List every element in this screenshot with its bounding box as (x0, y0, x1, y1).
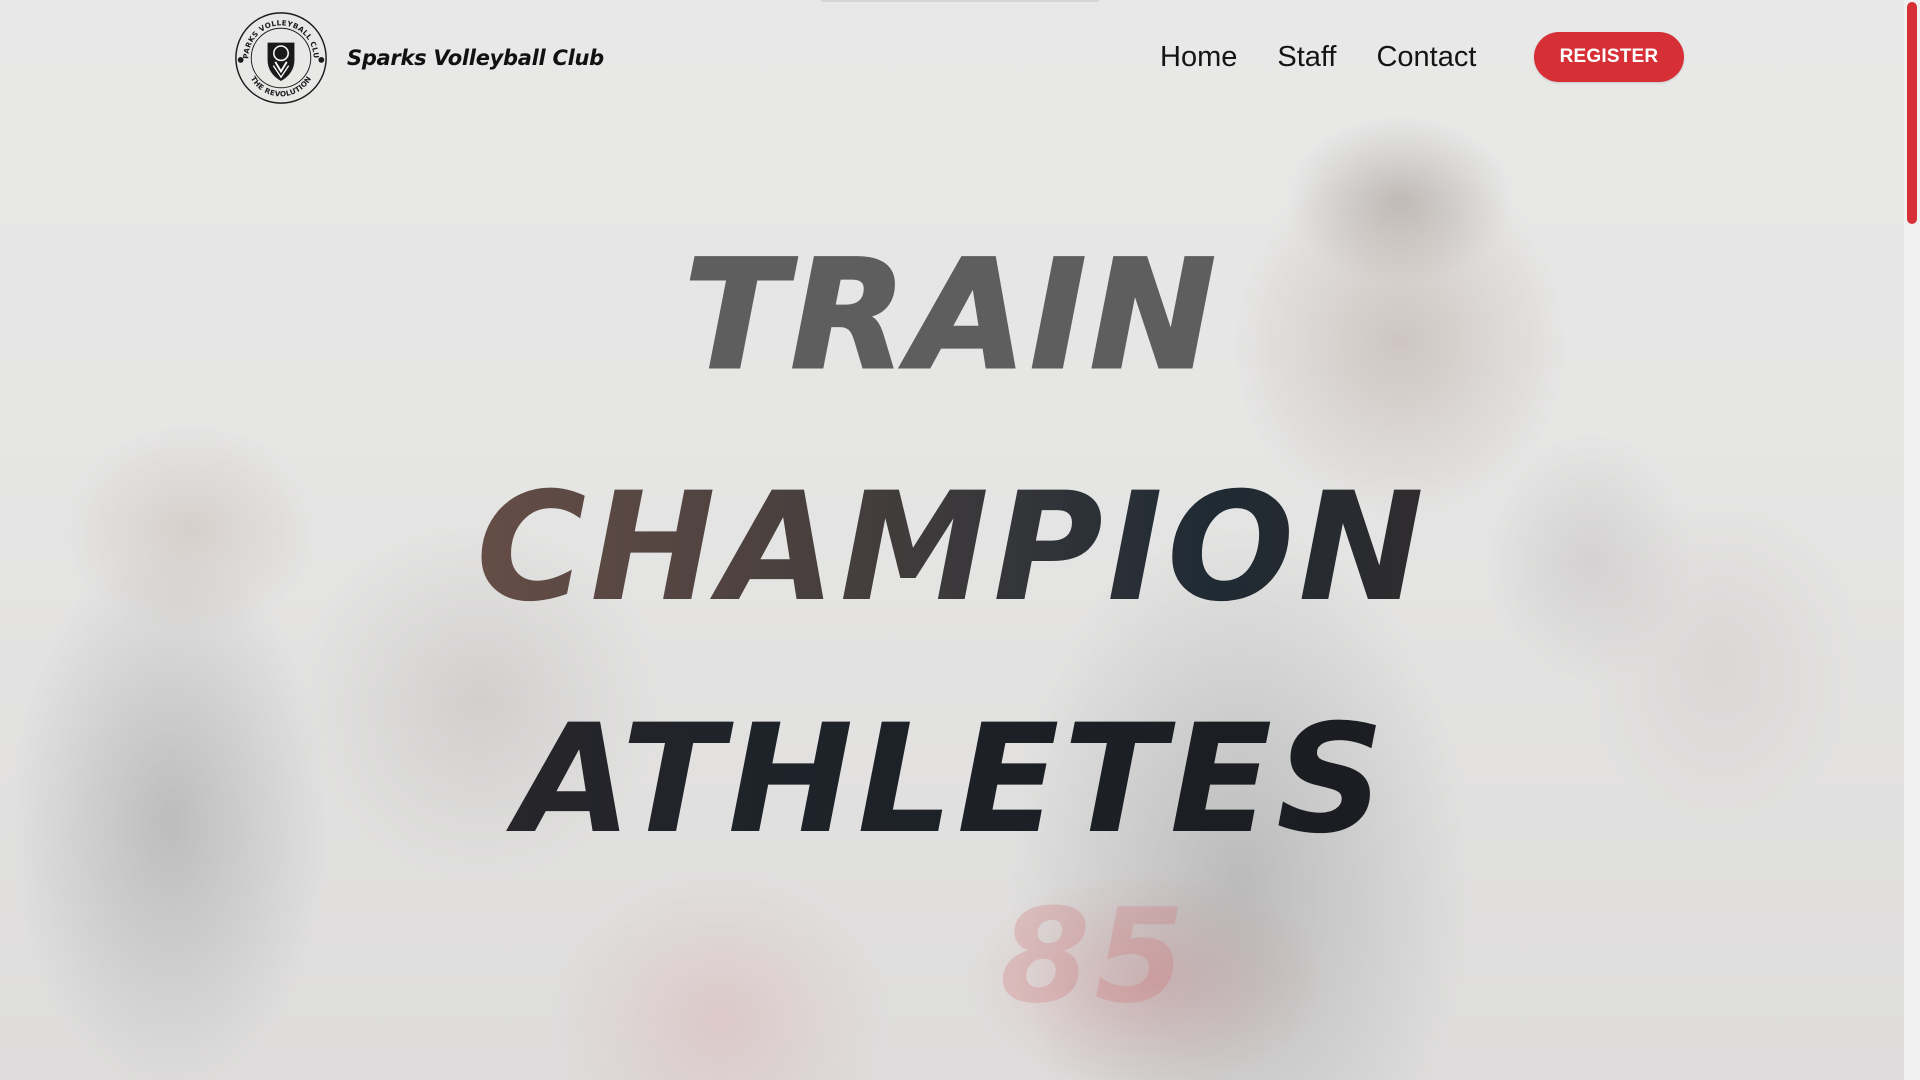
main-nav: Home Staff Contact (1160, 30, 1476, 84)
brand-name: Sparks Volleyball Club (347, 46, 604, 70)
site-header: SPARKS VOLLEYBALL CLUB THE REVOLUTION Sp… (0, 0, 1904, 114)
brand-link[interactable]: SPARKS VOLLEYBALL CLUB THE REVOLUTION Sp… (233, 10, 604, 106)
nav-contact[interactable]: Contact (1376, 42, 1476, 72)
top-indicator (820, 0, 1100, 2)
club-logo-icon: SPARKS VOLLEYBALL CLUB THE REVOLUTION (233, 10, 327, 104)
nav-home[interactable]: Home (1160, 42, 1237, 72)
headline-line-3: ATHLETES (0, 664, 1904, 896)
page-scrollbar[interactable] (1904, 0, 1920, 1080)
scrollbar-thumb[interactable] (1907, 2, 1917, 224)
hero-headline: TRAIN CHAMPION ATHLETES (0, 200, 1904, 896)
headline-line-2: CHAMPION (0, 432, 1904, 664)
headline-line-1: TRAIN (683, 228, 1220, 405)
page: 85 SPARKS VOLLEYBALL CLUB THE REVOLUTION (0, 0, 1920, 1080)
register-button[interactable]: REGISTER (1534, 32, 1684, 82)
nav-staff[interactable]: Staff (1277, 42, 1336, 72)
